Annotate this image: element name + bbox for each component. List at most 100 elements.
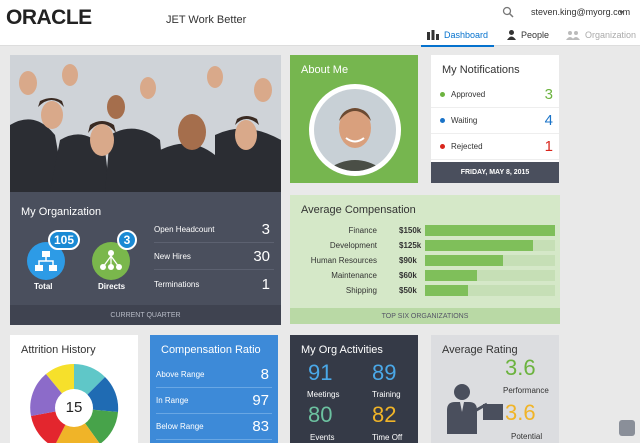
tile-footer: CURRENT QUARTER <box>10 305 281 325</box>
average-compensation-tile[interactable]: Average Compensation Finance $150k Develop… <box>290 195 560 324</box>
status-dot <box>440 118 445 123</box>
org-name: Maintenance <box>331 271 377 280</box>
ratio-row-above[interactable]: Above Range 8 <box>156 362 272 388</box>
tile-title: Compensation Ratio <box>161 344 261 356</box>
presenter-icon <box>447 384 503 434</box>
tile-title: Average Compensation <box>301 204 416 216</box>
compensation-value: $60k <box>399 271 417 280</box>
org-row-open-headcount[interactable]: Open Headcount 3 <box>154 217 274 243</box>
row-label: Approved <box>451 90 486 99</box>
pie-center-value: 15 <box>65 399 83 416</box>
row-value: 8 <box>260 366 269 383</box>
attrition-history-tile[interactable]: Attrition History 15 <box>10 335 138 443</box>
oracle-logo: ORACLE <box>6 6 92 29</box>
training-label: Training <box>372 390 401 399</box>
meetings-label: Meetings <box>307 390 340 399</box>
user-menu[interactable]: steven.king@myorg.com <box>531 7 630 17</box>
compensation-value: $125k <box>399 241 422 250</box>
tab-label: Organization <box>585 30 637 40</box>
chevron-down-icon[interactable]: ▼ <box>618 10 625 17</box>
compensation-bar[interactable] <box>425 285 468 296</box>
app-header: ORACLE JET Work Better steven.king@myorg… <box>0 0 640 47</box>
row-label: New Hires <box>154 252 191 261</box>
compensation-bar[interactable] <box>425 225 555 236</box>
average-rating-tile[interactable]: Average Rating 3.6 Performance 3.6 Poten… <box>431 335 559 443</box>
group-icon <box>566 31 580 40</box>
row-label: Terminations <box>154 279 200 289</box>
profile-avatar <box>309 84 401 176</box>
team-photo <box>10 55 281 192</box>
compensation-bar-row[interactable]: Maintenance $60k <box>290 269 560 282</box>
compensation-ratio-tile[interactable]: Compensation Ratio Above Range 8 In Rang… <box>150 335 278 443</box>
person-icon <box>507 30 516 40</box>
notifications-tile[interactable]: My Notifications Approved 3 Waiting 4 Re… <box>431 55 559 183</box>
org-row-new-hires[interactable]: New Hires 30 <box>154 244 274 270</box>
row-value: 3 <box>261 221 270 238</box>
notification-row-waiting[interactable]: Waiting 4 <box>431 108 559 134</box>
status-dot <box>440 92 445 97</box>
feedback-icon[interactable] <box>619 420 635 436</box>
notification-row-rejected[interactable]: Rejected 1 <box>431 134 559 160</box>
row-value: 30 <box>253 248 270 265</box>
row-value: 1 <box>544 138 553 155</box>
status-dot <box>440 144 445 149</box>
tab-people[interactable]: People <box>507 25 549 45</box>
directs-badge: 3 <box>117 230 137 250</box>
row-value: 3 <box>544 86 553 103</box>
tab-label: People <box>521 30 550 40</box>
tab-dashboard[interactable]: Dashboard <box>420 25 495 47</box>
compensation-bar-row[interactable]: Shipping $50k <box>290 284 560 297</box>
tile-footer: TOP SIX ORGANIZATIONS <box>290 308 560 324</box>
row-value: 4 <box>544 112 553 129</box>
ratio-row-in[interactable]: In Range 97 <box>156 388 272 414</box>
tile-title: My Organization <box>21 206 102 218</box>
directs-label: Directs <box>98 282 126 291</box>
compensation-value: $90k <box>399 256 417 265</box>
compensation-bar-row[interactable]: Human Resources $90k <box>290 254 560 267</box>
compensation-value: $150k <box>399 226 422 235</box>
compensation-bar-row[interactable]: Finance $150k <box>290 224 560 237</box>
org-name: Development <box>329 241 377 250</box>
meetings-value: 91 <box>308 360 333 385</box>
row-label: Open Headcount <box>154 225 215 234</box>
performance-value: 3.6 <box>505 355 536 380</box>
total-badge: 105 <box>48 230 80 250</box>
org-row-terminations[interactable]: Terminations 1 <box>154 271 274 297</box>
row-label: Rejected <box>451 142 483 151</box>
org-name: Finance <box>348 226 377 235</box>
org-name: Shipping <box>345 286 377 295</box>
events-value: 80 <box>308 402 333 427</box>
my-organization-tile[interactable]: My Organization 105 Total 3 Directs Open… <box>10 192 281 325</box>
training-value: 89 <box>372 360 397 385</box>
tile-title: My Org Activities <box>301 344 383 356</box>
compensation-bar[interactable] <box>425 240 533 251</box>
org-activities-tile[interactable]: My Org Activities 91 Meetings 89 Trainin… <box>290 335 418 443</box>
tile-title: My Notifications <box>442 64 520 76</box>
row-value: 83 <box>252 418 269 435</box>
row-label: Above Range <box>156 370 205 379</box>
tile-title: Attrition History <box>21 344 96 356</box>
potential-label: Potential <box>511 432 543 441</box>
about-me-tile[interactable]: About Me <box>290 55 418 183</box>
potential-value: 3.6 <box>505 400 536 425</box>
compensation-value: $50k <box>399 286 417 295</box>
total-label: Total <box>34 282 53 291</box>
notification-row-approved[interactable]: Approved 3 <box>431 82 559 108</box>
performance-label: Performance <box>503 386 549 395</box>
team-photo-image <box>10 55 281 192</box>
compensation-bar-row[interactable]: Development $125k <box>290 239 560 252</box>
tile-title: About Me <box>301 64 349 76</box>
compensation-bar[interactable] <box>425 255 503 266</box>
search-icon[interactable] <box>502 6 514 18</box>
row-label: In Range <box>156 396 189 405</box>
app-title: JET Work Better <box>166 14 247 26</box>
row-label: Waiting <box>451 116 478 125</box>
org-name: Human Resources <box>310 256 377 265</box>
events-label: Events <box>310 433 335 442</box>
ratio-row-below[interactable]: Below Range 83 <box>156 414 272 440</box>
bar-chart-icon <box>427 30 439 40</box>
tab-organization[interactable]: Organization <box>566 25 636 45</box>
compensation-bar[interactable] <box>425 270 477 281</box>
row-value: 1 <box>261 275 270 293</box>
row-label: Below Range <box>156 422 204 431</box>
